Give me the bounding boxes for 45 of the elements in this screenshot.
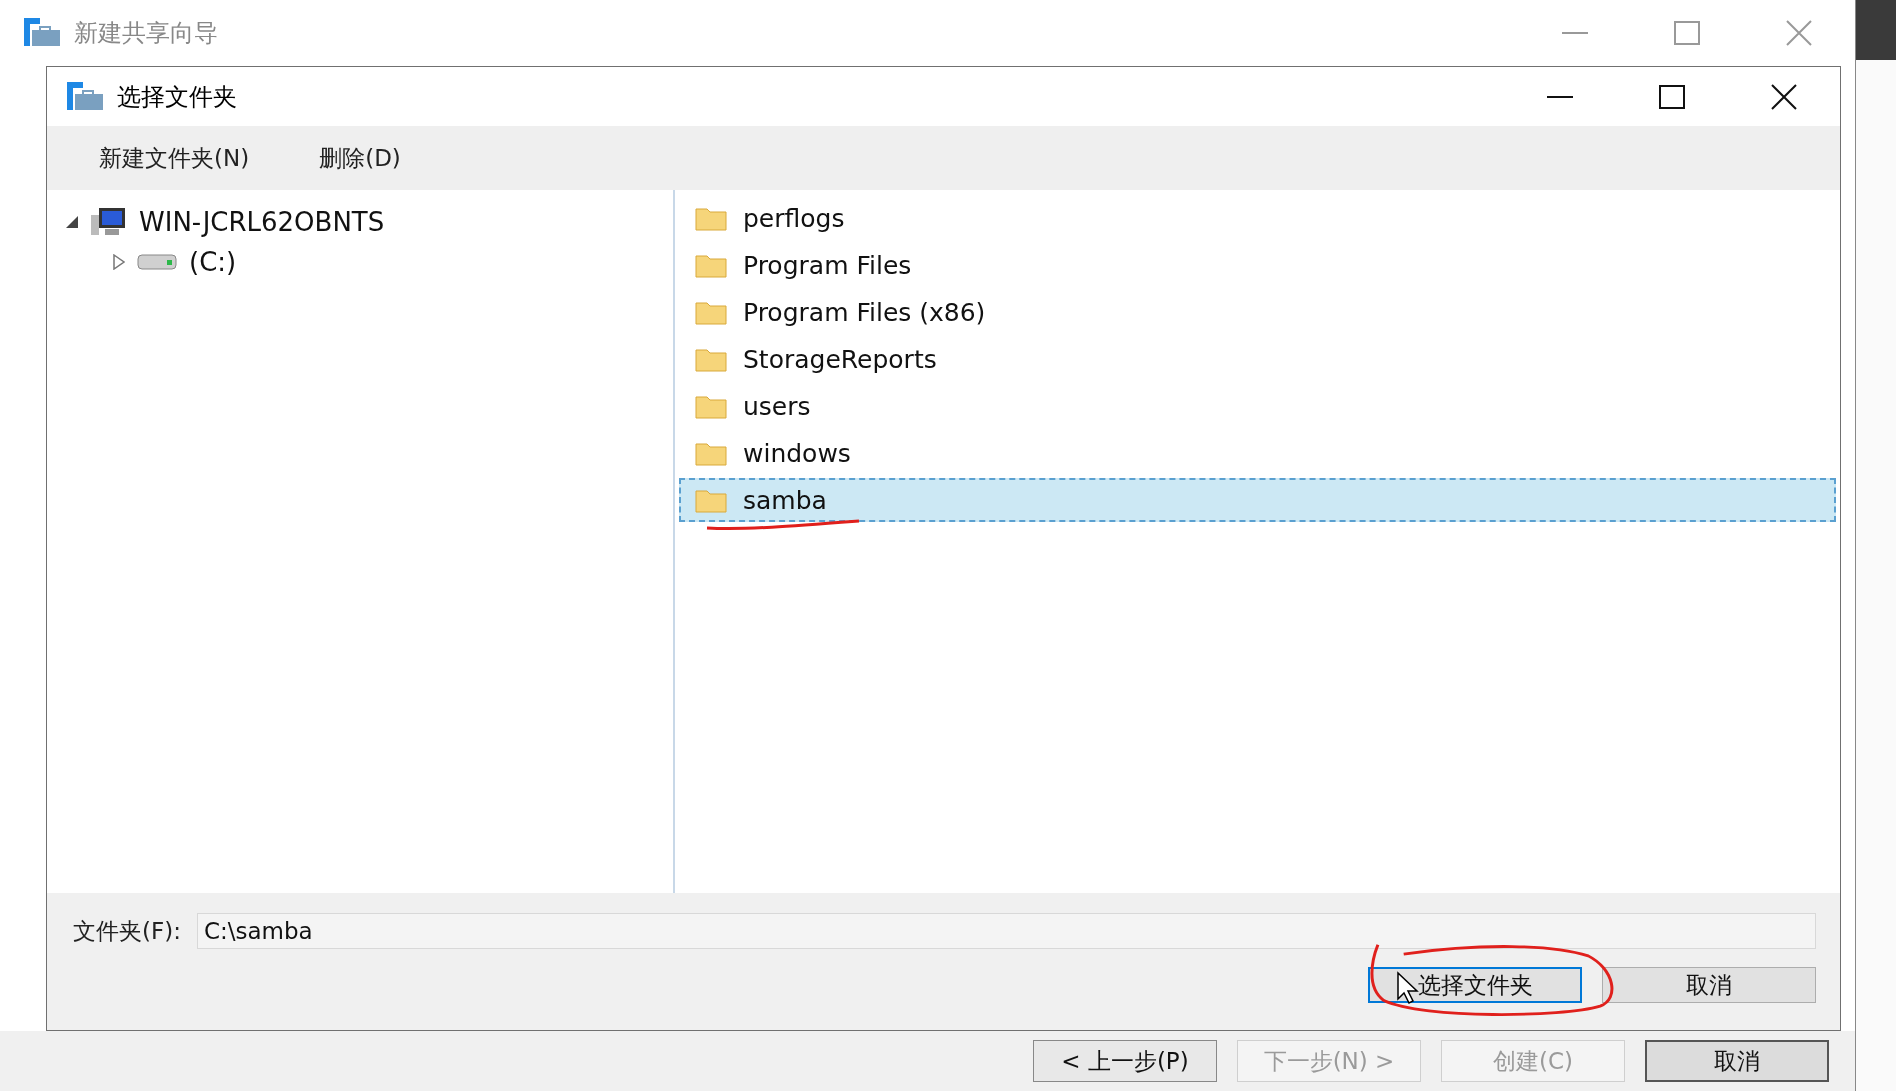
wizard-button[interactable]: < 上一步(P) — [1033, 1040, 1217, 1082]
field-label: 文件夹(F): — [73, 916, 181, 946]
expand-triangle-icon[interactable] — [113, 254, 125, 270]
drive-icon — [137, 253, 177, 271]
tree-item[interactable]: (C:) — [189, 247, 237, 277]
folder-row[interactable]: perflogs — [679, 196, 1836, 240]
folder-icon — [695, 393, 727, 419]
folder-icon — [695, 487, 727, 513]
toolbar-button[interactable]: 新建文件夹(N) — [99, 138, 250, 178]
maximize-icon — [1674, 21, 1700, 45]
folder-name: windows — [743, 438, 851, 468]
maximize-icon — [1659, 84, 1685, 109]
folder-name: StorageReports — [743, 344, 937, 374]
folder-name: users — [743, 391, 811, 421]
tree-item[interactable]: WIN-JCRL62OBNTS — [139, 207, 385, 237]
folder-row[interactable]: Program Files — [679, 243, 1836, 287]
minimize-icon — [1562, 31, 1588, 35]
dialog-title: 选择文件夹 — [117, 81, 238, 113]
folder-row[interactable]: users — [679, 384, 1836, 428]
folder-row[interactable]: samba — [679, 478, 1836, 522]
dialog-button[interactable]: 取消 — [1602, 967, 1816, 1003]
mouse-pointer-icon — [1396, 971, 1420, 1005]
folder-name: Program Files (x86) — [743, 297, 986, 327]
close-icon — [1771, 83, 1797, 110]
folder-row[interactable]: Program Files (x86) — [679, 290, 1836, 334]
folder-row[interactable]: StorageReports — [679, 337, 1836, 381]
folder-icon — [695, 346, 727, 372]
folder-icon — [695, 440, 727, 466]
close-icon — [1786, 20, 1812, 46]
wizard-button[interactable]: 取消 — [1645, 1040, 1829, 1082]
toolbar-button[interactable]: 删除(D) — [319, 138, 401, 178]
folder-icon — [695, 205, 727, 231]
folder-name: samba — [743, 485, 827, 515]
folder-row[interactable]: windows — [679, 431, 1836, 475]
collapse-triangle-icon[interactable] — [65, 215, 79, 229]
window-title: 新建共享向导 — [74, 18, 219, 49]
dialog-button[interactable]: 选择文件夹 — [1368, 967, 1582, 1003]
folder-icon — [695, 252, 727, 278]
folder-share-icon — [67, 81, 103, 112]
computer-icon — [91, 207, 127, 237]
folder-share-icon — [24, 18, 60, 48]
folder-name: Program Files — [743, 250, 912, 280]
folder-icon — [695, 299, 727, 325]
folder-name: perflogs — [743, 203, 845, 233]
folder-input-field[interactable]: C:\samba — [196, 913, 1816, 949]
